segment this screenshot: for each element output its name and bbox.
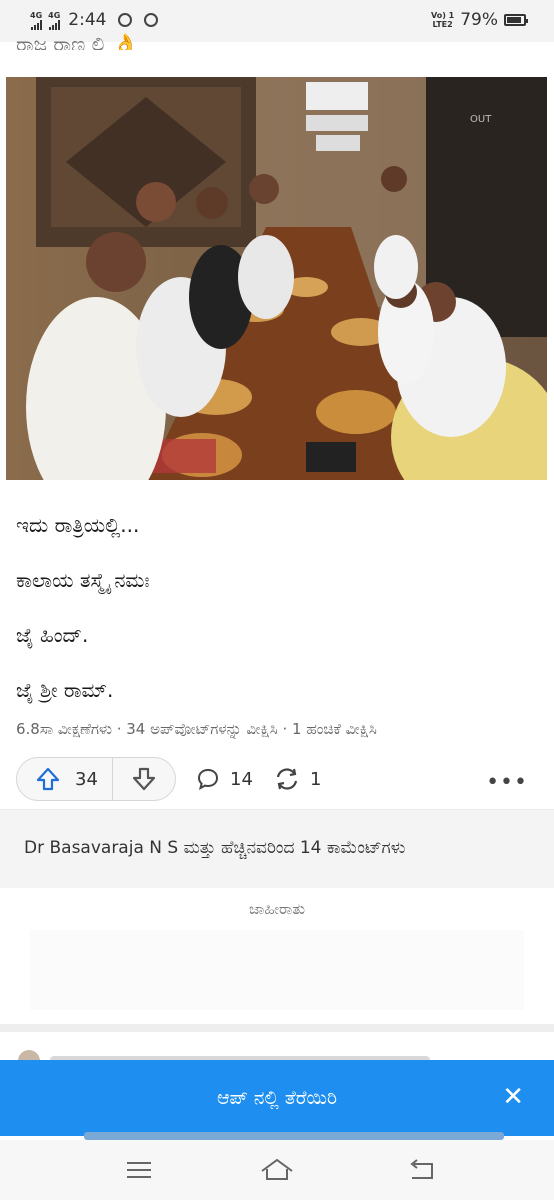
photo-illustration: OUT xyxy=(6,77,547,480)
battery-icon xyxy=(504,14,528,26)
comment-count: 14 xyxy=(230,768,253,790)
post-text-line: ಇದು ರಾತ್ರಿಯಲ್ಲಿ... xyxy=(16,513,140,537)
share-count: 1 xyxy=(310,768,322,790)
home-icon xyxy=(261,1158,293,1180)
post-stats[interactable]: 6.8ಸಾ ವೀಕ್ಷಣೆಗಳು · 34 ಅಪ್‌ವೋಟ್‌ಗಳನ್ನು ವೀ… xyxy=(16,720,377,738)
status-right: Vo) 1 LTE2 79% xyxy=(430,10,528,30)
upvote-count: 34 xyxy=(75,768,98,790)
whatsapp-icon xyxy=(118,13,133,27)
home-button[interactable] xyxy=(259,1154,295,1186)
battery-percent: 79% xyxy=(460,10,498,30)
signal-icon xyxy=(48,19,60,30)
next-post-footer-blur xyxy=(14,1128,554,1140)
post-text-line: ಕಾಲಾಯ ತಸ್ಮೈ ನಮಃ xyxy=(16,568,150,592)
upvote-arrow-icon xyxy=(36,767,60,791)
comment-bubble-icon xyxy=(197,768,219,790)
network-label-1: 4G xyxy=(30,10,43,20)
person-head xyxy=(86,232,146,292)
phone xyxy=(306,442,356,472)
menu-lines-icon xyxy=(127,1162,151,1178)
status-left: 4G 4G 2:44 xyxy=(30,10,159,30)
post-photo[interactable]: OUT xyxy=(6,77,547,480)
plate xyxy=(316,390,396,434)
post-text-line: ಜೈ ಶ್ರೀ ರಾಮ್. xyxy=(16,678,114,702)
network-indicator-2: 4G xyxy=(48,11,60,30)
network-indicator-1: 4G xyxy=(30,11,42,30)
back-arrow-icon xyxy=(410,1159,433,1179)
post-title-partial: ರಾಜ ರಾಣ ಲ್ಲಿ 👌 xyxy=(16,32,138,50)
vote-control: 34 xyxy=(16,757,176,801)
share-button[interactable]: 1 xyxy=(274,767,321,791)
ad-label: ಜಾಹೀರಾತು xyxy=(249,900,305,918)
close-icon[interactable]: ✕ xyxy=(502,1082,524,1112)
ad-placeholder xyxy=(30,930,524,1010)
upvote-button[interactable]: 34 xyxy=(17,758,113,800)
post-text-line: ಜೈ ಹಿಂದ್. xyxy=(16,623,89,647)
settings-notification-icon xyxy=(144,13,159,27)
open-in-app-text: ಆಪ್ ನಲ್ಲಿ ತೆರೆಯಿರಿ xyxy=(217,1087,337,1109)
wall-sign xyxy=(306,82,368,110)
back-button[interactable] xyxy=(403,1154,439,1186)
network-label-2: 4G xyxy=(48,10,61,20)
section-divider xyxy=(0,1024,554,1032)
downvote-button[interactable] xyxy=(113,758,175,800)
recent-apps-button[interactable] xyxy=(121,1154,157,1186)
status-time: 2:44 xyxy=(68,10,107,30)
more-options-icon[interactable]: ••• xyxy=(486,770,528,795)
out-sign-text: OUT xyxy=(470,114,492,125)
volte-label: Vo) 1 LTE2 xyxy=(430,11,455,29)
signal-icon xyxy=(30,19,42,30)
downvote-arrow-icon xyxy=(132,767,156,791)
comments-summary-text: Dr Basavaraja N S ಮತ್ತು ಹೆಚ್ಚಿನವರಿಂದ 14 … xyxy=(24,838,406,858)
comments-summary[interactable]: Dr Basavaraja N S ಮತ್ತು ಹೆಚ್ಚಿನವರಿಂದ 14 … xyxy=(0,809,554,888)
reshare-icon xyxy=(276,768,298,790)
comment-button[interactable]: 14 xyxy=(196,767,253,791)
system-nav-bar xyxy=(0,1140,554,1200)
open-in-app-banner[interactable]: ಆಪ್ ನಲ್ಲಿ ತೆರೆಯಿರಿ ✕ xyxy=(0,1060,554,1136)
